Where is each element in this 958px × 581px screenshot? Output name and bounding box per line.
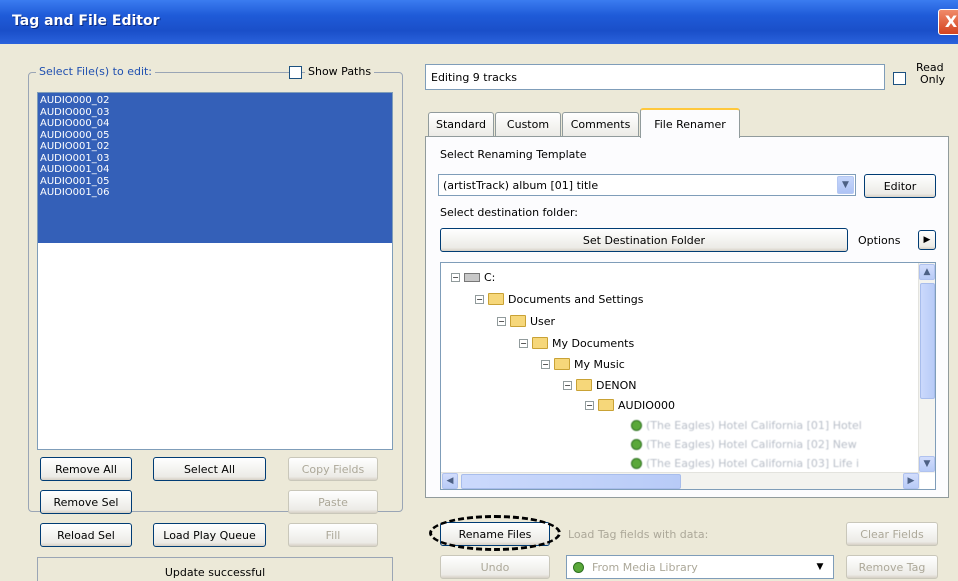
load-tag-label: Load Tag fields with data: xyxy=(568,528,709,541)
highlight-annotation xyxy=(429,515,561,551)
list-item[interactable]: AUDIO001_06 xyxy=(38,187,138,199)
tree-label: User xyxy=(530,314,556,328)
file-items: AUDIO000_02 AUDIO000_03 AUDIO000_04 AUDI… xyxy=(38,95,392,199)
folder-icon xyxy=(488,293,504,305)
remove-all-button[interactable]: Remove All xyxy=(40,457,132,481)
tree-label: My Documents xyxy=(552,336,635,350)
tree-label: DENON xyxy=(596,378,637,392)
select-all-button[interactable]: Select All xyxy=(153,457,266,481)
folder-icon xyxy=(510,315,526,327)
tree-label: My Music xyxy=(574,357,625,371)
horizontal-scrollbar[interactable]: ◀ ▶ xyxy=(441,472,920,489)
copy-fields-button[interactable]: Copy Fields xyxy=(288,457,378,481)
tree-label: Documents and Settings xyxy=(508,292,644,306)
options-arrow-icon[interactable]: ▶ xyxy=(918,230,936,250)
tree-node-denon[interactable]: − DENON xyxy=(563,377,637,393)
status-bar: Update successful xyxy=(37,557,393,581)
show-paths-checkbox[interactable] xyxy=(289,66,302,79)
template-value: (artistTrack) album [01] title xyxy=(443,178,599,192)
tree-node-documents[interactable]: − Documents and Settings xyxy=(475,291,644,307)
list-item[interactable]: AUDIO000_02 xyxy=(38,95,138,107)
tree-label: (The Eagles) Hotel California [03] Life … xyxy=(646,456,860,470)
audio-file-icon xyxy=(631,419,642,431)
tree-label: (The Eagles) Hotel California [01] Hotel xyxy=(646,418,862,432)
scroll-left-icon[interactable]: ◀ xyxy=(442,473,458,489)
remove-tag-button[interactable]: Remove Tag xyxy=(846,555,938,579)
audio-file-icon xyxy=(631,438,642,450)
title-bar: Tag and File Editor X xyxy=(0,0,958,44)
source-select[interactable]: From Media Library xyxy=(566,555,834,579)
paste-button[interactable]: Paste xyxy=(288,490,378,514)
editing-tracks-field[interactable]: Editing 9 tracks xyxy=(425,64,885,90)
collapse-icon[interactable]: − xyxy=(519,338,528,348)
tree-file-1[interactable]: (The Eagles) Hotel California [01] Hotel xyxy=(631,417,862,433)
tab-file-renamer[interactable]: File Renamer xyxy=(640,108,740,138)
scroll-thumb[interactable] xyxy=(461,474,681,489)
set-destination-folder-button[interactable]: Set Destination Folder xyxy=(440,228,848,252)
folder-icon xyxy=(532,337,548,349)
select-files-label: Select File(s) to edit: xyxy=(36,65,156,78)
collapse-icon[interactable]: − xyxy=(541,359,550,369)
dest-folder-label: Select destination folder: xyxy=(440,206,579,219)
audio-file-icon xyxy=(631,457,642,469)
read-only-label-2: Only xyxy=(920,73,946,86)
collapse-icon[interactable]: − xyxy=(451,272,460,282)
drive-icon xyxy=(464,272,480,282)
tree-label: C: xyxy=(484,270,496,284)
collapse-icon[interactable]: − xyxy=(563,380,572,390)
scroll-thumb[interactable] xyxy=(920,283,935,399)
tree-file-2[interactable]: (The Eagles) Hotel California [02] New xyxy=(631,436,857,452)
read-only-checkbox[interactable] xyxy=(893,72,906,85)
tab-custom[interactable]: Custom xyxy=(495,112,561,136)
chevron-down-icon[interactable]: ▼ xyxy=(837,176,854,194)
scroll-up-icon[interactable]: ▲ xyxy=(919,264,935,280)
template-select[interactable]: (artistTrack) album [01] title ▼ xyxy=(438,174,856,196)
tag-file-editor-window: Tag and File Editor X Select File(s) to … xyxy=(0,0,958,581)
scroll-down-icon[interactable]: ▼ xyxy=(919,456,935,472)
collapse-icon[interactable]: − xyxy=(497,316,506,326)
options-label: Options xyxy=(858,234,901,247)
file-list[interactable]: AUDIO000_02 AUDIO000_03 AUDIO000_04 AUDI… xyxy=(37,92,393,450)
list-item[interactable]: AUDIO001_05 xyxy=(38,175,138,187)
folder-icon xyxy=(598,399,614,411)
window-title: Tag and File Editor xyxy=(12,13,160,29)
list-item[interactable]: AUDIO001_03 xyxy=(38,152,138,164)
folder-icon xyxy=(576,379,592,391)
tab-standard[interactable]: Standard xyxy=(428,112,494,136)
collapse-icon[interactable]: − xyxy=(585,400,594,410)
tree-label: (The Eagles) Hotel California [02] New xyxy=(646,437,857,451)
list-item[interactable]: AUDIO001_02 xyxy=(38,141,138,153)
tree-file-3[interactable]: (The Eagles) Hotel California [03] Life … xyxy=(631,455,859,471)
tab-comments[interactable]: Comments xyxy=(562,112,639,136)
fill-button[interactable]: Fill xyxy=(288,523,378,547)
collapse-icon[interactable]: − xyxy=(475,294,484,304)
load-play-queue-button[interactable]: Load Play Queue xyxy=(153,523,266,547)
tree-node-my-music[interactable]: − My Music xyxy=(541,356,625,372)
scroll-right-icon[interactable]: ▶ xyxy=(903,473,919,489)
show-paths-label: Show Paths xyxy=(305,65,375,78)
reload-sel-button[interactable]: Reload Sel xyxy=(40,523,132,547)
remove-sel-button[interactable]: Remove Sel xyxy=(40,490,132,514)
media-library-icon xyxy=(573,561,584,573)
source-dropdown-icon[interactable]: ▼ xyxy=(806,555,834,579)
close-icon[interactable]: X xyxy=(938,9,958,35)
list-item[interactable]: AUDIO000_04 xyxy=(38,118,138,130)
template-label: Select Renaming Template xyxy=(440,148,587,161)
folder-icon xyxy=(554,358,570,370)
editor-button[interactable]: Editor xyxy=(864,174,936,198)
source-value: From Media Library xyxy=(592,560,698,574)
folder-tree[interactable]: − C: − Documents and Settings − User − M… xyxy=(440,262,936,490)
tree-node-audio000[interactable]: − AUDIO000 xyxy=(585,397,675,413)
tree-node-user[interactable]: − User xyxy=(497,313,555,329)
tree-node-my-documents[interactable]: − My Documents xyxy=(519,335,634,351)
list-item[interactable]: AUDIO000_05 xyxy=(38,129,138,141)
vertical-scrollbar[interactable]: ▲ ▼ xyxy=(918,263,935,473)
list-item[interactable]: AUDIO001_04 xyxy=(38,164,138,176)
undo-button[interactable]: Undo xyxy=(440,555,550,579)
clear-fields-button[interactable]: Clear Fields xyxy=(846,522,938,546)
tree-label: AUDIO000 xyxy=(618,398,675,412)
tree-node-drive[interactable]: − C: xyxy=(451,269,495,285)
list-item[interactable]: AUDIO000_03 xyxy=(38,106,138,118)
